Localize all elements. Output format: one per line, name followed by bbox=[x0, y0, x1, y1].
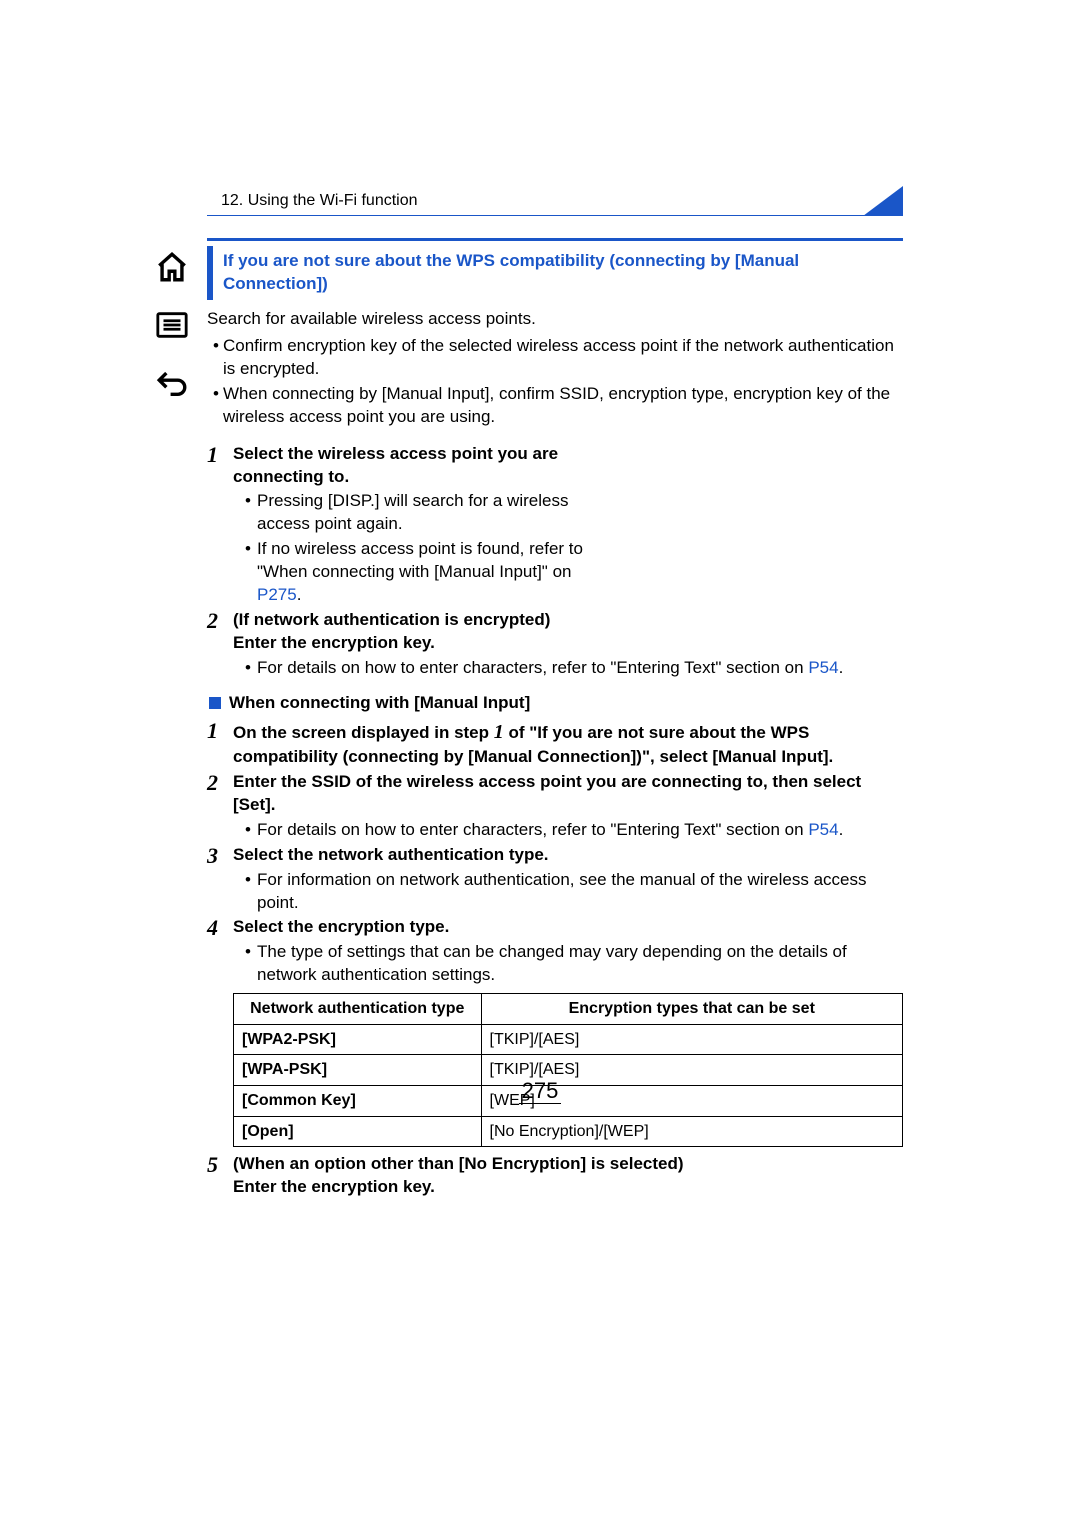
step-title: Enter the SSID of the wireless access po… bbox=[233, 771, 903, 817]
table-row: [Open][No Encryption]/[WEP] bbox=[234, 1116, 903, 1147]
step-number: 1 bbox=[207, 443, 233, 608]
step-title-line: Enter the encryption key. bbox=[233, 632, 903, 655]
intro-bullets: •Confirm encryption key of the selected … bbox=[207, 335, 903, 429]
table-row: [WPA2-PSK][TKIP]/[AES] bbox=[234, 1024, 903, 1055]
section-callout: If you are not sure about the WPS compat… bbox=[207, 246, 903, 300]
home-icon[interactable] bbox=[155, 250, 189, 284]
sub-text: For information on network authenticatio… bbox=[257, 869, 903, 915]
step-title: Select the network authentication type. bbox=[233, 844, 903, 867]
intro-text: Search for available wireless access poi… bbox=[207, 308, 903, 331]
step-title-line: (When an option other than [No Encryptio… bbox=[233, 1153, 903, 1176]
table-header: Encryption types that can be set bbox=[481, 994, 902, 1025]
back-icon[interactable] bbox=[155, 366, 189, 400]
step-number: 3 bbox=[207, 844, 233, 915]
step-number: 4 bbox=[207, 916, 233, 987]
step-item: 5 (When an option other than [No Encrypt… bbox=[207, 1153, 903, 1199]
step-number: 5 bbox=[207, 1153, 233, 1199]
page-link[interactable]: P54 bbox=[808, 820, 838, 839]
page-number: 275 bbox=[0, 1076, 1080, 1106]
step-title: Select the wireless access point you are… bbox=[233, 443, 603, 489]
step-title-line: Enter the encryption key. bbox=[233, 1176, 903, 1199]
sub-text: Pressing [DISP.] will search for a wirel… bbox=[257, 490, 603, 536]
step-item: 1 Select the wireless access point you a… bbox=[207, 443, 903, 608]
toc-icon[interactable] bbox=[155, 308, 189, 342]
bullet-text: When connecting by [Manual Input], confi… bbox=[223, 383, 903, 429]
encryption-table: Network authentication type Encryption t… bbox=[233, 993, 903, 1147]
step-item: 3 Select the network authentication type… bbox=[207, 844, 903, 915]
chapter-label: 12. Using the Wi-Fi function bbox=[221, 190, 418, 212]
subsection-heading: When connecting with [Manual Input] bbox=[207, 692, 903, 715]
nav-sidebar bbox=[155, 250, 195, 424]
square-bullet-icon bbox=[209, 697, 221, 709]
step-number: 1 bbox=[207, 719, 233, 769]
step-item: 2 (If network authentication is encrypte… bbox=[207, 609, 903, 680]
chapter-header: 12. Using the Wi-Fi function bbox=[207, 192, 903, 222]
step-title: Select the encryption type. bbox=[233, 916, 903, 939]
page-link[interactable]: P275 bbox=[257, 585, 297, 604]
sub-text: For details on how to enter characters, … bbox=[257, 819, 903, 842]
step-item: 2 Enter the SSID of the wireless access … bbox=[207, 771, 903, 842]
step-item: 1 On the screen displayed in step 1 of "… bbox=[207, 719, 903, 769]
callout-title: If you are not sure about the WPS compat… bbox=[223, 250, 893, 296]
step-item: 4 Select the encryption type. •The type … bbox=[207, 916, 903, 987]
heading-text: When connecting with [Manual Input] bbox=[229, 692, 530, 715]
sub-text: If no wireless access point is found, re… bbox=[257, 538, 603, 607]
step-title: On the screen displayed in step 1 of "If… bbox=[233, 719, 903, 769]
sub-text: For details on how to enter characters, … bbox=[257, 657, 903, 680]
table-header: Network authentication type bbox=[234, 994, 482, 1025]
step-number: 2 bbox=[207, 609, 233, 680]
step-number: 2 bbox=[207, 771, 233, 842]
step-title-line: (If network authentication is encrypted) bbox=[233, 609, 903, 632]
bullet-text: Confirm encryption key of the selected w… bbox=[223, 335, 903, 381]
page-link[interactable]: P54 bbox=[808, 658, 838, 677]
sub-text: The type of settings that can be changed… bbox=[257, 941, 903, 987]
